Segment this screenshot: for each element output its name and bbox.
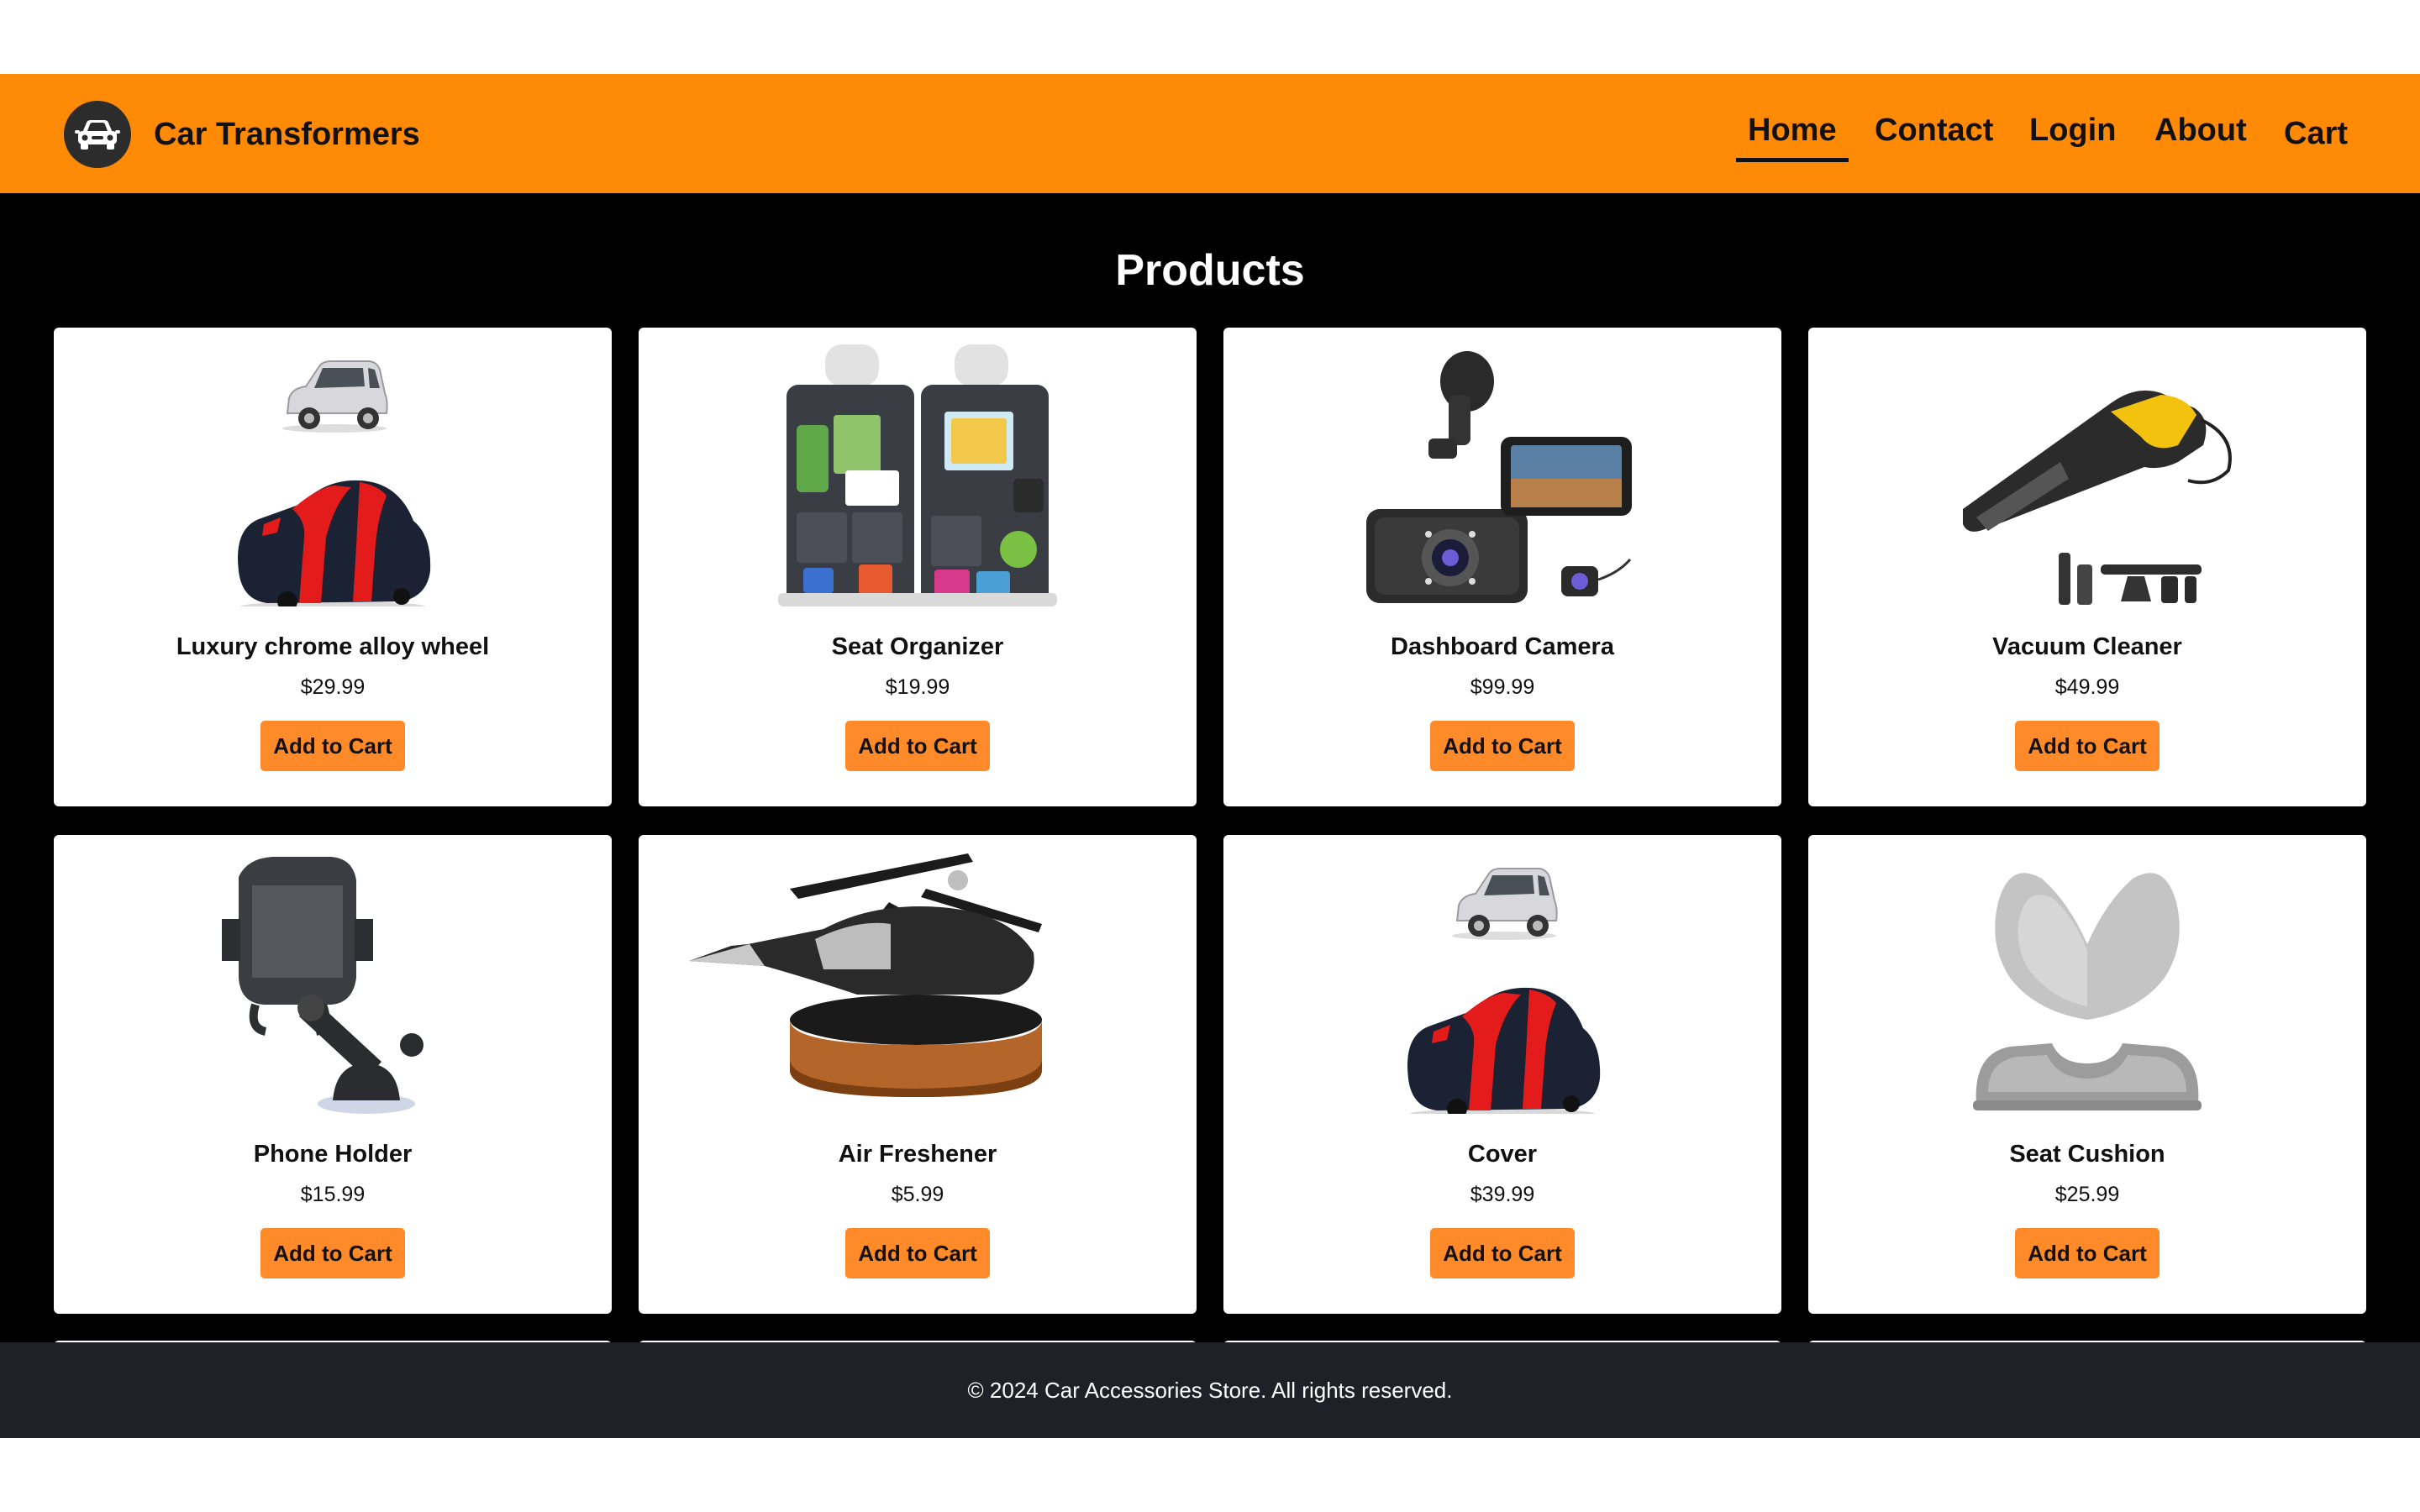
product-card: Luxury chrome alloy wheel $29.99 Add to … bbox=[54, 328, 612, 806]
add-to-cart-button[interactable]: Add to Cart bbox=[1430, 721, 1575, 771]
nav-home[interactable]: Home bbox=[1736, 113, 1849, 162]
product-name: Seat Organizer bbox=[831, 633, 1004, 660]
product-price: $25.99 bbox=[2054, 1183, 2120, 1206]
products-section: Products Luxury chrome alloy wheel $29.9… bbox=[0, 193, 2420, 1344]
product-price: $49.99 bbox=[2054, 675, 2120, 699]
footer-copyright: © 2024 Car Accessories Store. All rights… bbox=[967, 1378, 1453, 1403]
nav-about[interactable]: About bbox=[2154, 113, 2247, 149]
add-to-cart-button[interactable]: Add to Cart bbox=[260, 721, 405, 771]
product-card: Cover $39.99 Add to Cart bbox=[1223, 835, 1781, 1314]
nav-contact[interactable]: Contact bbox=[1875, 113, 1993, 149]
product-name: Luxury chrome alloy wheel bbox=[176, 633, 490, 660]
product-card: Phone Holder $15.99 Add to Cart bbox=[54, 835, 612, 1314]
product-price: $39.99 bbox=[1470, 1183, 1535, 1206]
car-cover-image bbox=[54, 344, 612, 606]
add-to-cart-button[interactable]: Add to Cart bbox=[2015, 721, 2160, 771]
page-title: Products bbox=[1115, 246, 1305, 295]
product-price: $99.99 bbox=[1470, 675, 1535, 699]
nav-login[interactable]: Login bbox=[2029, 113, 2116, 149]
seat-organizer-image bbox=[639, 344, 1197, 606]
product-card: Seat Organizer $19.99 Add to Cart bbox=[639, 328, 1197, 806]
product-price: $19.99 bbox=[885, 675, 950, 699]
product-card: Seat Cushion $25.99 Add to Cart bbox=[1808, 835, 2366, 1314]
product-name: Air Freshener bbox=[838, 1141, 997, 1168]
footer: © 2024 Car Accessories Store. All rights… bbox=[0, 1342, 2420, 1438]
product-price: $15.99 bbox=[300, 1183, 366, 1206]
brand-name: Car Transformers bbox=[154, 116, 420, 152]
product-name: Vacuum Cleaner bbox=[1992, 633, 2182, 660]
add-to-cart-button[interactable]: Add to Cart bbox=[1430, 1228, 1575, 1278]
product-card: Vacuum Cleaner $49.99 Add to Cart bbox=[1808, 328, 2366, 806]
phone-holder-image bbox=[54, 852, 612, 1114]
navbar: Car Transformers Home Contact Login Abou… bbox=[0, 74, 2420, 193]
add-to-cart-button[interactable]: Add to Cart bbox=[845, 1228, 990, 1278]
air-freshener-image bbox=[639, 852, 1197, 1114]
product-name: Dashboard Camera bbox=[1391, 633, 1614, 660]
dashboard-camera-image bbox=[1223, 344, 1781, 606]
product-price: $5.99 bbox=[891, 1183, 944, 1206]
product-price: $29.99 bbox=[300, 675, 366, 699]
vacuum-cleaner-image bbox=[1808, 344, 2366, 606]
add-to-cart-button[interactable]: Add to Cart bbox=[845, 721, 990, 771]
car-front-icon bbox=[64, 101, 131, 168]
product-name: Cover bbox=[1467, 1141, 1538, 1168]
nav-cart[interactable]: Cart bbox=[2284, 116, 2348, 152]
product-name: Seat Cushion bbox=[2009, 1141, 2165, 1168]
page: Car Transformers Home Contact Login Abou… bbox=[0, 0, 2420, 1512]
car-cover-image bbox=[1223, 852, 1781, 1114]
add-to-cart-button[interactable]: Add to Cart bbox=[2015, 1228, 2160, 1278]
product-name: Phone Holder bbox=[253, 1141, 413, 1168]
brand[interactable]: Car Transformers bbox=[64, 101, 420, 168]
product-card: Dashboard Camera $99.99 Add to Cart bbox=[1223, 328, 1781, 806]
seat-cushion-image bbox=[1808, 852, 2366, 1114]
add-to-cart-button[interactable]: Add to Cart bbox=[260, 1228, 405, 1278]
product-card: Air Freshener $5.99 Add to Cart bbox=[639, 835, 1197, 1314]
